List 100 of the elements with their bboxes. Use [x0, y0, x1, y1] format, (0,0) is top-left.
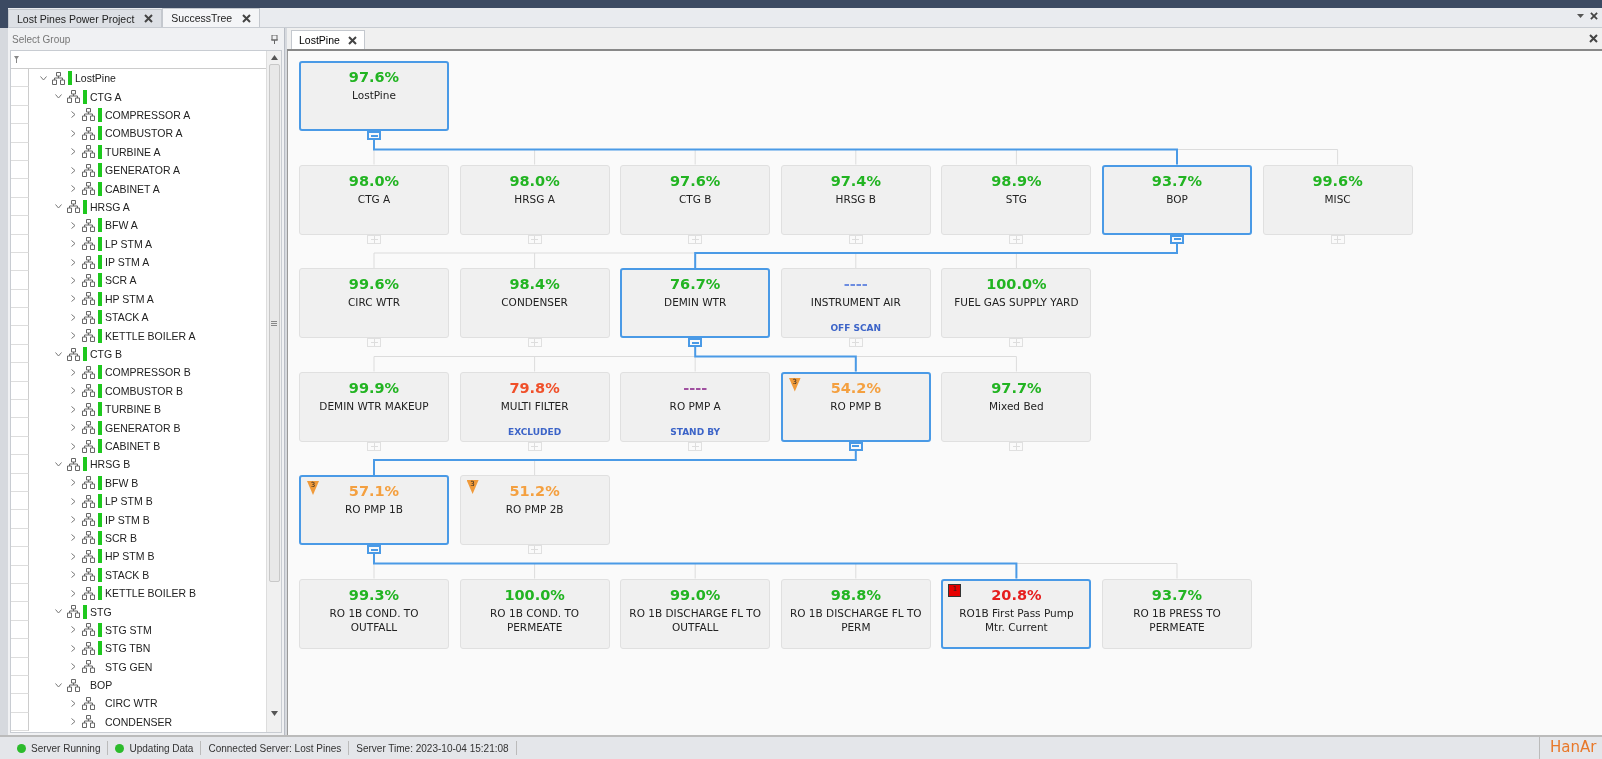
collapse-icon[interactable] [367, 545, 381, 554]
expand-icon[interactable] [1330, 234, 1345, 244]
row-header-cell[interactable] [11, 492, 29, 511]
close-icon[interactable] [1590, 12, 1598, 20]
collapse-icon[interactable] [688, 338, 703, 347]
row-header-cell[interactable] [11, 528, 29, 548]
close-icon[interactable] [242, 13, 252, 23]
tree-item[interactable]: STACK A [105, 311, 149, 324]
row-header-cell[interactable] [11, 639, 29, 658]
row-header-cell[interactable] [11, 657, 29, 676]
expand-icon[interactable] [527, 234, 542, 244]
row-header-cell[interactable] [11, 565, 29, 584]
tree-item[interactable]: CTG B [90, 348, 123, 361]
tree-item[interactable]: SCR B [105, 531, 138, 544]
tree-item[interactable]: TURBINE B [105, 403, 161, 416]
node-card[interactable]: 100.0% RO 1B COND. TO PERMEATE [459, 578, 610, 649]
collapse-icon[interactable] [1170, 234, 1184, 244]
expand-icon[interactable] [367, 441, 381, 451]
node-card[interactable]: ---- INSTRUMENT AIR OFF SCAN [780, 268, 931, 338]
tree-item[interactable]: COMBUSTOR A [105, 127, 183, 140]
tree-item[interactable]: KETTLE BOILER A [105, 329, 196, 342]
node-card[interactable]: 99.6% CIRC WTR [299, 268, 449, 338]
node-card[interactable]: ---- RO PMP A STAND BY [620, 371, 771, 442]
node-card[interactable]: 99.0% RO 1B DISCHARGE FL TO OUTFALL [620, 578, 771, 649]
node-card[interactable]: 79.8% MULTI FILTER EXCLUDED [459, 371, 610, 442]
expand-icon[interactable] [527, 441, 542, 451]
row-header-cell[interactable] [11, 510, 29, 529]
tree-item[interactable]: CIRC WTR [105, 697, 158, 710]
expand-icon[interactable] [1009, 234, 1024, 244]
close-icon[interactable] [1589, 34, 1598, 43]
tree-item[interactable]: LP STM B [105, 495, 153, 508]
node-card[interactable]: 99.6% MISC [1262, 164, 1413, 235]
row-header-cell[interactable] [11, 197, 29, 217]
diagram-tab[interactable]: LostPine [291, 30, 365, 49]
tree-item[interactable]: LostPine [75, 72, 116, 85]
node-card[interactable]: 93.7% RO 1B PRESS TO PERMEATE [1102, 578, 1252, 649]
tree-item[interactable]: SCR A [105, 274, 137, 287]
expand-icon[interactable] [688, 441, 703, 451]
expand-icon[interactable] [848, 234, 863, 244]
tree-item[interactable]: CONDENSER [105, 715, 173, 728]
collapse-icon[interactable] [367, 131, 381, 140]
collapse-icon[interactable] [848, 441, 863, 451]
node-card[interactable]: 76.7% DEMIN WTR [620, 268, 771, 338]
scroll-down-icon[interactable] [270, 711, 278, 716]
close-icon[interactable] [347, 35, 357, 45]
row-header-cell[interactable] [11, 252, 29, 272]
tree-item[interactable]: GENERATOR B [105, 421, 181, 434]
row-header-cell[interactable] [11, 308, 29, 327]
tree-item[interactable]: KETTLE BOILER B [105, 587, 197, 600]
expand-icon[interactable] [367, 338, 381, 347]
row-header-cell[interactable] [11, 547, 29, 566]
tree-item[interactable]: IP STM A [105, 256, 150, 269]
node-card[interactable]: 98.0% HRSG A [459, 164, 610, 235]
row-header-cell[interactable] [11, 289, 29, 309]
row-header-cell[interactable] [11, 455, 29, 474]
tree-item[interactable]: CABINET A [105, 182, 160, 195]
row-header-cell[interactable] [11, 87, 29, 106]
tree-item[interactable]: STG STM [105, 623, 152, 636]
expand-icon[interactable] [688, 234, 703, 244]
tree-item[interactable]: TURBINE A [105, 145, 161, 158]
row-header-cell[interactable] [11, 160, 29, 180]
expand-icon[interactable] [527, 338, 542, 347]
row-header-cell[interactable] [11, 620, 29, 640]
tree-item[interactable]: COMPRESSOR A [105, 108, 191, 121]
row-header-cell[interactable] [11, 602, 29, 621]
tree-item[interactable]: GENERATOR A [105, 164, 180, 177]
expand-icon[interactable] [1009, 441, 1024, 451]
tree-item[interactable]: HP STM B [105, 550, 155, 563]
node-card[interactable]: 98.9% STG [941, 164, 1092, 235]
row-header-cell[interactable] [11, 418, 29, 437]
close-icon[interactable] [144, 14, 154, 23]
expand-icon[interactable] [367, 234, 381, 244]
row-header-cell[interactable] [11, 583, 29, 603]
pin-icon[interactable] [271, 34, 278, 44]
row-header-cell[interactable] [11, 675, 29, 695]
row-header-cell[interactable] [11, 142, 29, 161]
row-header-cell[interactable] [11, 105, 29, 125]
node-card[interactable]: 98.8% RO 1B DISCHARGE FL TO PERM [780, 578, 931, 649]
node-card[interactable]: 97.4% HRSG B [780, 164, 931, 235]
tree-item[interactable]: IP STM B [105, 513, 150, 526]
row-header-cell[interactable] [11, 179, 29, 198]
tree-item[interactable]: STG [90, 605, 112, 618]
row-header-cell[interactable] [11, 234, 29, 253]
document-tab[interactable]: Lost Pines Power Project [8, 9, 163, 27]
row-header-cell[interactable] [11, 436, 29, 456]
row-header-cell[interactable] [11, 712, 29, 732]
node-card[interactable]: 93.7% BOP [1102, 164, 1252, 235]
node-card[interactable]: 97.7% Mixed Bed [941, 371, 1092, 442]
tree-item[interactable]: LP STM A [105, 237, 153, 250]
scroll-up-icon[interactable] [270, 55, 278, 60]
tree-item[interactable]: COMPRESSOR B [105, 366, 191, 379]
row-header-cell[interactable] [11, 271, 29, 290]
row-header-cell[interactable] [11, 381, 29, 401]
document-tab[interactable]: SuccessTree [162, 8, 261, 27]
row-header-cell[interactable] [11, 363, 29, 382]
node-card[interactable]: 100.0% FUEL GAS SUPPLY YARD [941, 268, 1092, 338]
row-header-cell[interactable] [11, 216, 29, 235]
expand-icon[interactable] [848, 338, 863, 347]
node-card[interactable]: 97.6% CTG B [620, 164, 771, 235]
tree-item[interactable]: HP STM A [105, 292, 154, 305]
